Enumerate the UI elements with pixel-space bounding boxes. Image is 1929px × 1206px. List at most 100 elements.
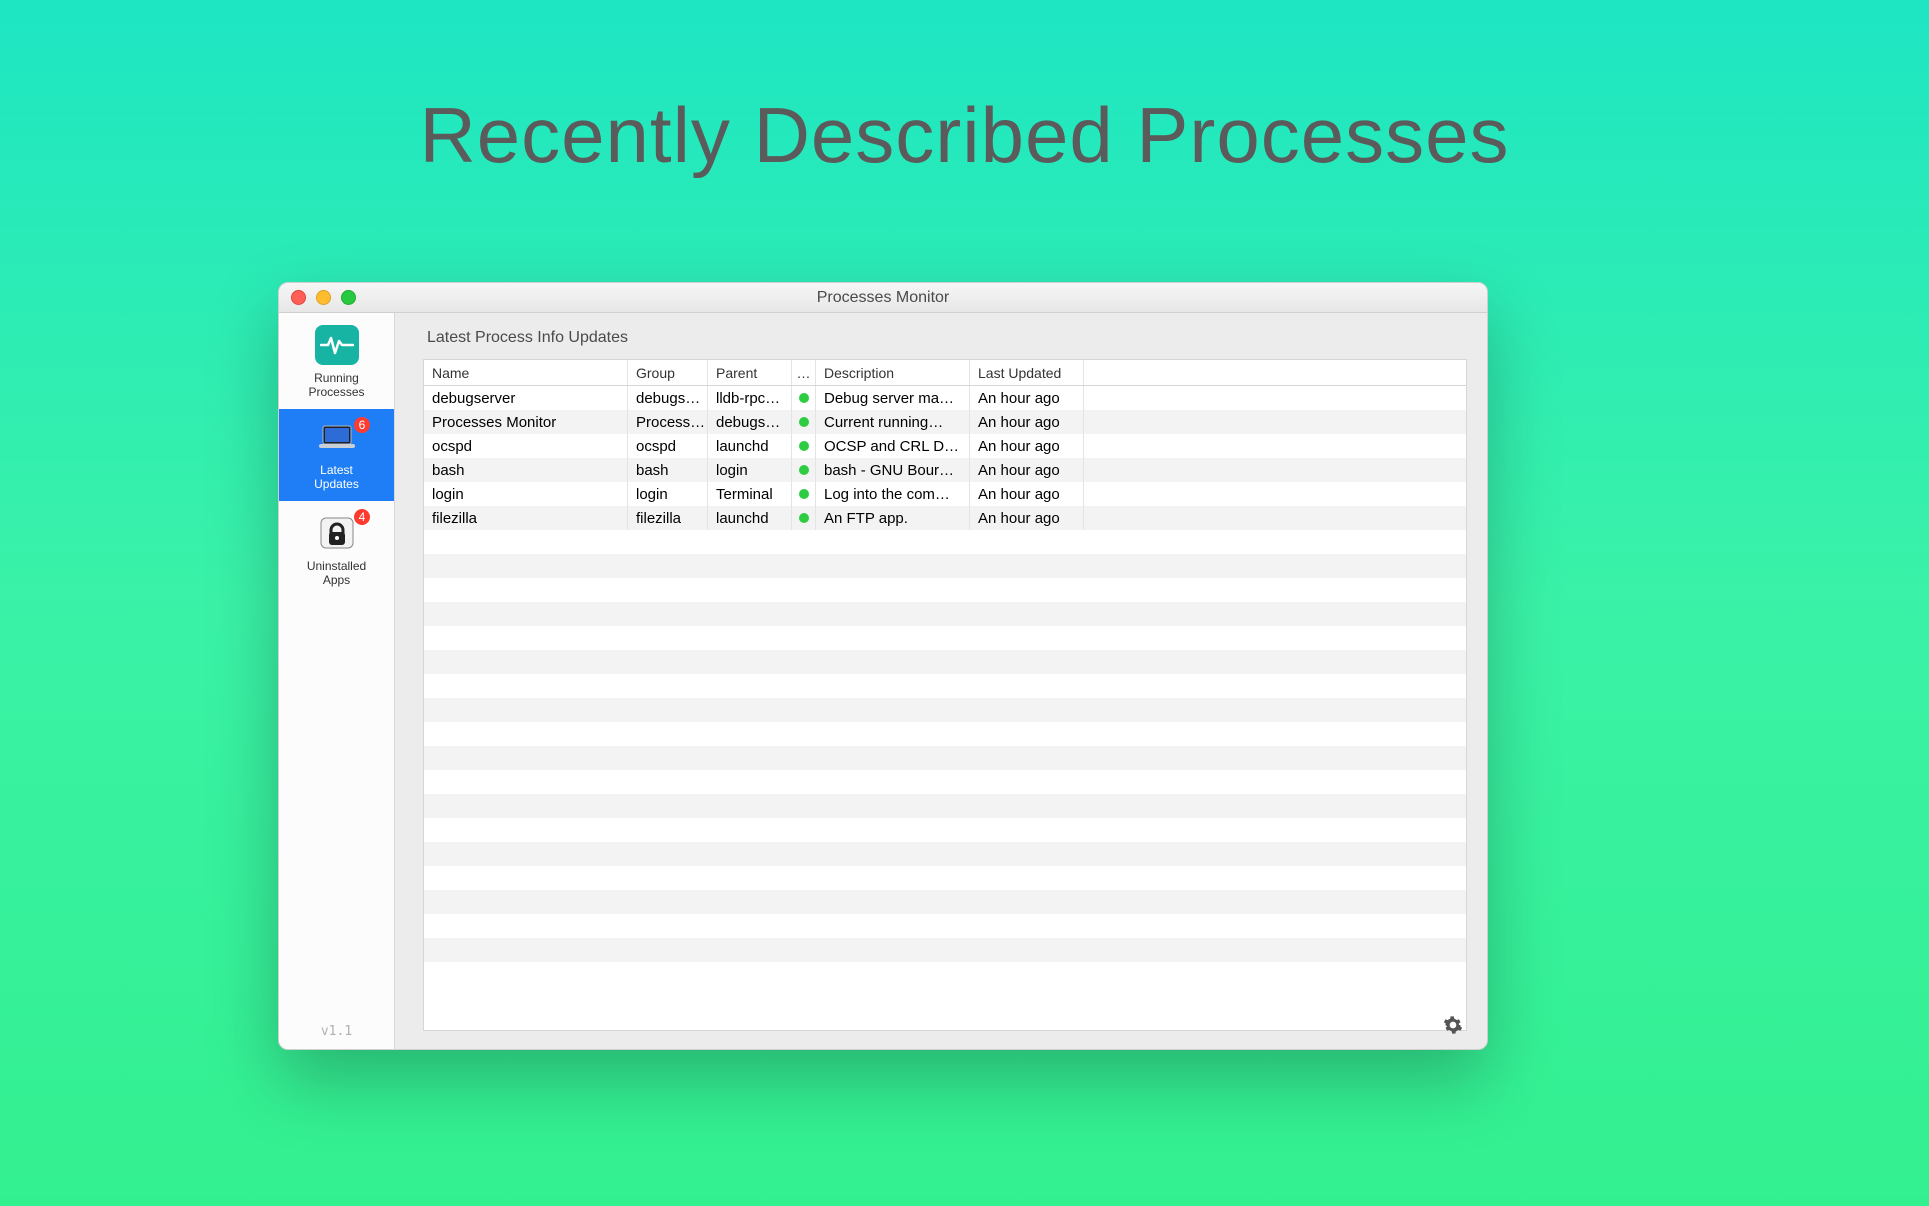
- cell-parent: launchd: [708, 506, 792, 530]
- cell-updated: An hour ago: [970, 434, 1084, 458]
- cell-spacer: [1084, 458, 1466, 482]
- cell-description: Debug server ma…: [816, 386, 970, 410]
- cell-status: [792, 386, 816, 410]
- status-dot-icon: [799, 441, 809, 451]
- table-header: Name Group Parent … Description Last Upd…: [424, 360, 1466, 386]
- cell-updated: An hour ago: [970, 506, 1084, 530]
- cell-group: debugs…: [628, 386, 708, 410]
- table-row[interactable]: Processes MonitorProcess…debugs… Current …: [424, 410, 1466, 434]
- window-title: Processes Monitor: [279, 289, 1487, 307]
- section-title: Latest Process Info Updates: [427, 329, 1467, 347]
- gear-icon: [1443, 1015, 1463, 1035]
- table-row: [424, 890, 1466, 914]
- cell-name: login: [424, 482, 628, 506]
- sidebar-item-uninstalled-apps[interactable]: 4 Uninstalled Apps: [279, 501, 394, 597]
- app-window: Processes Monitor Running Processes 6: [278, 282, 1488, 1050]
- cell-status: [792, 434, 816, 458]
- hero-title: Recently Described Processes: [0, 90, 1929, 181]
- cell-status: [792, 506, 816, 530]
- cell-parent: login: [708, 458, 792, 482]
- status-dot-icon: [799, 513, 809, 523]
- table-row: [424, 602, 1466, 626]
- cell-description: OCSP and CRL D…: [816, 434, 970, 458]
- table-row[interactable]: filezillafilezillalaunchdAn FTP app.An h…: [424, 506, 1466, 530]
- cell-spacer: [1084, 434, 1466, 458]
- cell-group: ocspd: [628, 434, 708, 458]
- status-dot-icon: [799, 489, 809, 499]
- cell-group: filezilla: [628, 506, 708, 530]
- window-body: Running Processes 6 Latest Updates 4: [279, 313, 1487, 1049]
- status-dot-icon: [799, 465, 809, 475]
- table-row: [424, 674, 1466, 698]
- table-row: [424, 698, 1466, 722]
- col-spacer: [1084, 360, 1466, 385]
- sidebar-item-running-processes[interactable]: Running Processes: [279, 313, 394, 409]
- cell-name: Processes Monitor: [424, 410, 628, 434]
- cell-status: [792, 410, 816, 434]
- table-row: [424, 746, 1466, 770]
- cell-parent: launchd: [708, 434, 792, 458]
- table-row: [424, 842, 1466, 866]
- heartbeat-icon: [315, 325, 359, 365]
- cell-name: filezilla: [424, 506, 628, 530]
- cell-status: [792, 458, 816, 482]
- sidebar: Running Processes 6 Latest Updates 4: [279, 313, 395, 1049]
- status-dot-icon: [799, 393, 809, 403]
- sidebar-item-latest-updates[interactable]: 6 Latest Updates: [279, 409, 394, 501]
- version-label: v1.1: [279, 1014, 394, 1049]
- table-row: [424, 866, 1466, 890]
- cell-description: Current running…: [816, 410, 970, 434]
- table-row: [424, 794, 1466, 818]
- table-row[interactable]: bashbashloginbash - GNU Bour…An hour ago: [424, 458, 1466, 482]
- col-status[interactable]: …: [792, 360, 816, 385]
- sidebar-item-label: Uninstalled Apps: [283, 559, 390, 587]
- table-row[interactable]: loginloginTerminalLog into the com…An ho…: [424, 482, 1466, 506]
- cell-description: bash - GNU Bour…: [816, 458, 970, 482]
- cell-status: [792, 482, 816, 506]
- table-row: [424, 530, 1466, 554]
- table-row: [424, 818, 1466, 842]
- col-last-updated[interactable]: Last Updated: [970, 360, 1084, 385]
- table-body: debugserverdebugs…lldb-rpc…Debug server …: [424, 386, 1466, 1030]
- table-row: [424, 914, 1466, 938]
- table-row: [424, 722, 1466, 746]
- table-row: [424, 650, 1466, 674]
- cell-spacer: [1084, 386, 1466, 410]
- table-row: [424, 626, 1466, 650]
- table-row: [424, 938, 1466, 962]
- cell-updated: An hour ago: [970, 410, 1084, 434]
- cell-updated: An hour ago: [970, 482, 1084, 506]
- cell-group: login: [628, 482, 708, 506]
- col-parent[interactable]: Parent: [708, 360, 792, 385]
- cell-parent: debugs…: [708, 410, 792, 434]
- cell-updated: An hour ago: [970, 386, 1084, 410]
- table-row: [424, 578, 1466, 602]
- cell-updated: An hour ago: [970, 458, 1084, 482]
- cell-group: Process…: [628, 410, 708, 434]
- settings-button[interactable]: [1441, 1013, 1465, 1037]
- cell-name: debugserver: [424, 386, 628, 410]
- col-name[interactable]: Name: [424, 360, 628, 385]
- cell-parent: lldb-rpc…: [708, 386, 792, 410]
- col-group[interactable]: Group: [628, 360, 708, 385]
- lock-app-icon: [315, 513, 359, 553]
- cell-description: Log into the com…: [816, 482, 970, 506]
- titlebar[interactable]: Processes Monitor: [279, 283, 1487, 313]
- laptop-icon: [315, 421, 359, 457]
- cell-parent: Terminal: [708, 482, 792, 506]
- sidebar-item-label: Running Processes: [283, 371, 390, 399]
- sidebar-item-label: Latest Updates: [283, 463, 390, 491]
- table-row[interactable]: debugserverdebugs…lldb-rpc… Debug server …: [424, 386, 1466, 410]
- cell-description: An FTP app.: [816, 506, 970, 530]
- cell-name: ocspd: [424, 434, 628, 458]
- cell-spacer: [1084, 506, 1466, 530]
- cell-spacer: [1084, 482, 1466, 506]
- status-dot-icon: [799, 417, 809, 427]
- table-row: [424, 554, 1466, 578]
- updates-table: Name Group Parent … Description Last Upd…: [423, 359, 1467, 1031]
- cell-spacer: [1084, 410, 1466, 434]
- col-description[interactable]: Description: [816, 360, 970, 385]
- cell-name: bash: [424, 458, 628, 482]
- table-row[interactable]: ocspdocspdlaunchdOCSP and CRL D…An hour …: [424, 434, 1466, 458]
- main-pane: Latest Process Info Updates Name Group P…: [395, 313, 1487, 1049]
